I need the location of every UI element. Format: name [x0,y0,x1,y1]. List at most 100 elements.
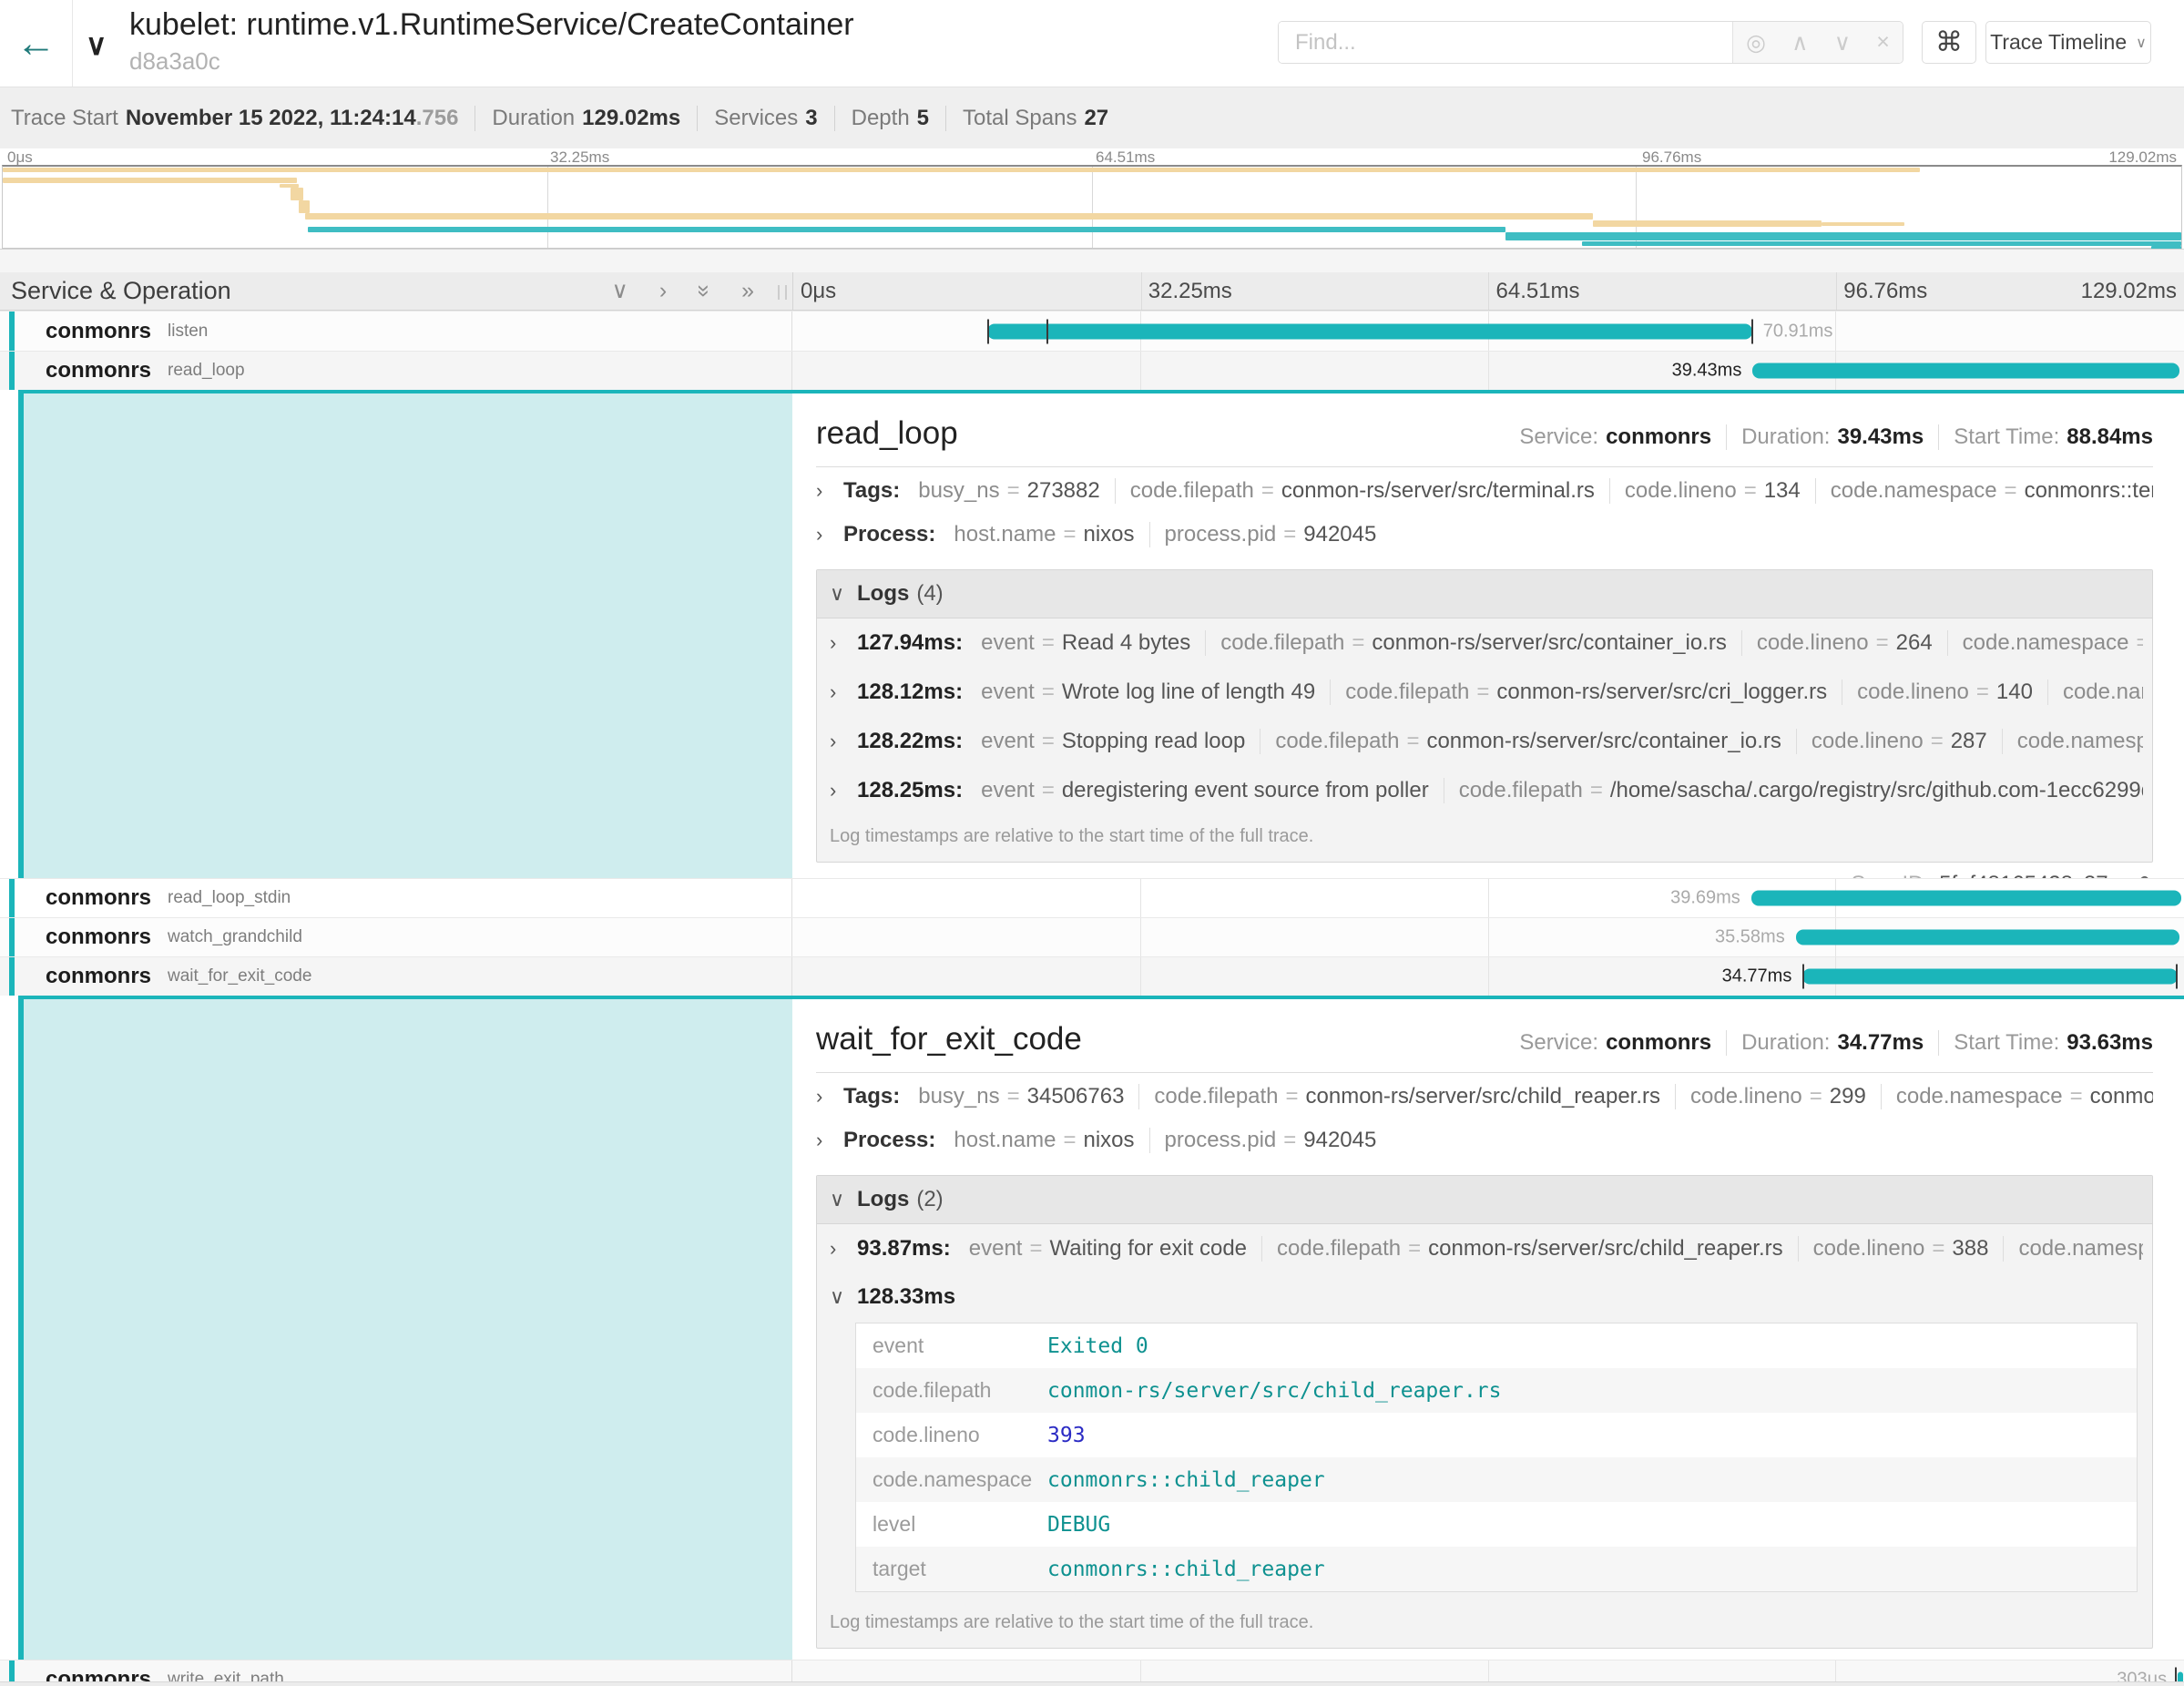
tag-kv: code.namespace=conmonrs::child_reap… [1882,1084,2153,1109]
logs-box: ∨ Logs (4) › 127.94ms: event=Read 4 byte… [816,569,2153,863]
span-row-read-loop[interactable]: conmonrs read_loop 39.43ms [0,351,2184,390]
span-bar[interactable] [1751,891,2181,906]
log-entry-header[interactable]: ∨ 128.33ms [817,1273,2152,1315]
span-bar-lane[interactable]: 70.91ms [792,312,2184,351]
expand-all-icon[interactable]: » [741,280,754,302]
expander-icon[interactable]: › [830,680,857,704]
service-name: conmonrs [46,925,151,950]
log-entry[interactable]: › 128.12ms: event=Wrote log line of leng… [817,668,2152,717]
span-bar[interactable] [1796,930,2180,945]
log-entry[interactable]: › 128.22ms: event=Stopping read loopcode… [817,717,2152,766]
span-id-value: 5faf48165428c37a [1939,872,2120,878]
collapse-controls: ∨ › » » [612,280,754,302]
service-operation-title: Service & Operation [11,277,231,305]
span-detail-read-loop: read_loop Service:conmonrs Duration:39.4… [18,390,2184,878]
logs-header[interactable]: ∨ Logs (2) [817,1176,2152,1224]
operation-name: wait_for_exit_code [168,966,311,986]
table-row: code.filepath conmon-rs/server/src/child… [856,1368,2137,1413]
expander-icon[interactable]: › [830,631,857,655]
process-list: host.name=nixosprocess.pid=942045 [939,522,1391,547]
services-label: Services [714,106,798,131]
process-row[interactable]: › Process: host.name=nixosprocess.pid=94… [816,515,2153,555]
span-bar[interactable] [1752,363,2179,379]
collapse-all-icon[interactable]: » [693,285,716,298]
log-field: code.filepath=conmon-rs/server/src/conta… [1260,729,1797,754]
minimap-tick-labels: 0μs 32.25ms 64.51ms 96.76ms 129.02ms [0,148,2184,165]
service-name: conmonrs [46,319,151,344]
logs-note: Log timestamps are relative to the start… [817,1601,2152,1648]
trace-start-label: Trace Start [11,106,118,131]
expander-icon[interactable]: ∨ [830,1285,857,1309]
expand-one-icon[interactable]: › [659,280,667,302]
detail-meta: Service:conmonrs Duration:39.43ms Start … [1519,424,2153,450]
service-operation-header: Service & Operation ∨ › » » [0,272,792,310]
view-selector-button[interactable]: Trace Timeline ∨ [1985,21,2151,64]
log-field: code.filepath=conmon-rs/server/src/cri_l… [1331,680,1842,705]
log-field: code.filepath=conmon-rs/server/src/child… [1262,1236,1799,1262]
find-next-icon[interactable]: ∨ [1834,29,1851,56]
total-spans-label: Total Spans [963,106,1077,131]
find-target-icon[interactable]: ◎ [1746,29,1766,56]
find-clear-icon[interactable]: × [1876,29,1890,56]
column-resize-handle[interactable] [778,285,787,300]
expander-icon[interactable]: › [830,779,857,802]
span-duration-label: 39.69ms [1670,888,1751,909]
tags-row[interactable]: › Tags: busy_ns=34506763code.filepath=co… [816,1077,2153,1117]
operation-name: read_loop [168,361,245,381]
span-bar[interactable] [1802,969,2178,985]
trace-id: d8a3a0c [129,47,220,76]
expander-icon[interactable]: › [816,1085,843,1109]
span-bar-lane[interactable]: 34.77ms [792,957,2184,996]
log-entry[interactable]: › 93.87ms: event=Waiting for exit codeco… [817,1224,2152,1273]
detail-panel: wait_for_exit_code Service:conmonrs Dura… [792,999,2184,1660]
log-field: event=Read 4 bytes [966,630,1206,656]
minimap-canvas[interactable] [2,165,2182,249]
expander-icon[interactable]: › [816,523,843,547]
divider [816,1072,2153,1073]
log-field: code.namespace=conmon… [2004,1236,2143,1262]
tag-kv: process.pid=942045 [1150,522,1392,547]
find-controls: ◎ ∧ ∨ × [1732,22,1903,63]
detail-row-left-panel[interactable] [18,999,792,1660]
detail-row-left-panel[interactable] [18,393,792,878]
find-input[interactable] [1279,22,1732,63]
view-selector-label: Trace Timeline [1990,30,2127,55]
log-field: event=Stopping read loop [966,729,1260,754]
expander-icon[interactable]: › [830,730,857,753]
tag-kv: code.filepath=conmon-rs/server/src/child… [1139,1084,1676,1109]
collapse-one-icon[interactable]: ∨ [612,280,628,302]
span-bar-lane[interactable]: 39.69ms [792,879,2184,917]
span-bar-lane[interactable]: 39.43ms [792,352,2184,390]
service-name: conmonrs [46,885,151,911]
log-entry[interactable]: › 128.25ms: event=deregistering event so… [817,766,2152,815]
expander-icon[interactable]: › [830,1237,857,1261]
log-entry[interactable]: › 127.94ms: event=Read 4 bytescode.filep… [817,618,2152,668]
span-bar-lane[interactable]: 35.58ms [792,918,2184,956]
service-color-accent [9,312,15,351]
span-row-wait-for-exit-code[interactable]: conmonrs wait_for_exit_code 34.77ms [0,956,2184,996]
operation-name: listen [168,322,208,342]
tag-kv: code.lineno=299 [1676,1084,1882,1109]
logs-box: ∨ Logs (2) › 93.87ms: event=Waiting for … [816,1175,2153,1649]
expander-icon[interactable]: › [816,1129,843,1152]
logs-header[interactable]: ∨ Logs (4) [817,570,2152,618]
tags-row[interactable]: › Tags: busy_ns=273882code.filepath=conm… [816,471,2153,511]
span-bar[interactable] [987,323,1752,339]
span-row-listen[interactable]: conmonrs listen 70.91ms [0,311,2184,351]
divider [1726,1030,1727,1056]
service-color-accent [9,352,15,390]
log-field: code.namespace=conmon… [2003,729,2143,754]
back-button[interactable]: ← [0,0,73,87]
operation-name: read_loop_stdin [168,888,291,908]
keyboard-shortcuts-button[interactable]: ⌘ [1922,21,1976,64]
trace-title-collapse-chevron-icon[interactable]: ∨ [86,27,107,62]
expander-icon[interactable]: › [816,479,843,503]
span-row-read-loop-stdin[interactable]: conmonrs read_loop_stdin 39.69ms [0,878,2184,917]
timeline-grid-header: Service & Operation ∨ › » » 0μs 32.25ms … [0,272,2184,311]
span-row-watch-grandchild[interactable]: conmonrs watch_grandchild 35.58ms [0,917,2184,956]
span-duration-label: 70.91ms [1752,321,1833,342]
duration-label: Duration [492,106,575,131]
page-title: kubelet: runtime.v1.RuntimeService/Creat… [129,7,854,43]
process-row[interactable]: › Process: host.name=nixosprocess.pid=94… [816,1120,2153,1160]
find-prev-icon[interactable]: ∧ [1791,29,1808,56]
